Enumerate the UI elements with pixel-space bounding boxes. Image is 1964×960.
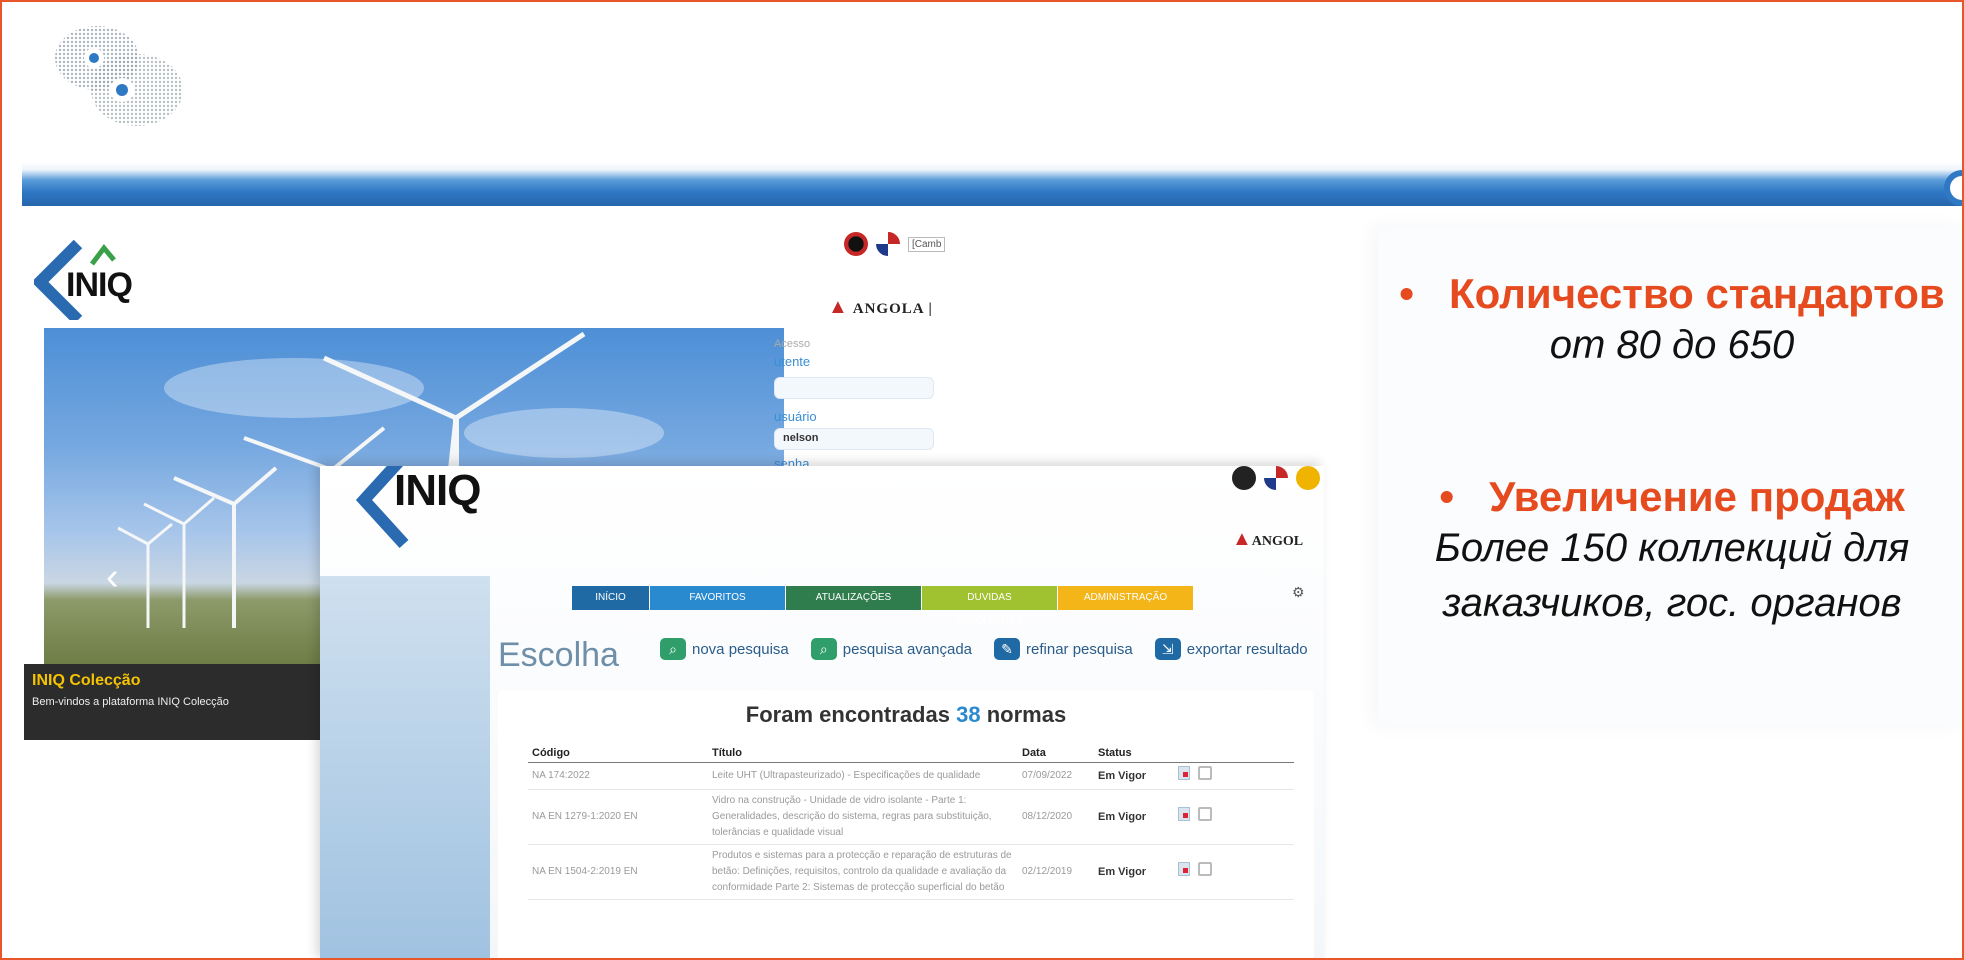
screenshot-search-results: INIQ ▲ANGOL INÍCIO FAVORITOS ATUALIZAÇÕE… xyxy=(320,466,1324,958)
bullet-title: • Увеличение продаж xyxy=(1439,473,1905,521)
caption-title: INIQ Colecção xyxy=(32,672,141,689)
bullet-subtitle-line1: Более 150 коллекций для xyxy=(1434,526,1910,571)
cell-actions xyxy=(1174,789,1294,845)
cell-code[interactable]: NA EN 1504-2:2019 EN xyxy=(528,844,708,900)
spain-flag-icon[interactable] xyxy=(1296,466,1320,490)
cell-actions xyxy=(1174,844,1294,900)
angola-flag-icon[interactable] xyxy=(844,232,868,256)
broken-flag-image[interactable]: [Camb xyxy=(908,236,946,252)
left-sidebar-bg xyxy=(320,576,490,958)
col-status[interactable]: Status xyxy=(1094,744,1174,763)
bullet-standards-count: • Количество стандартов от 80 до 650 xyxy=(1378,270,1962,373)
table-row[interactable]: NA 174:2022 Leite UHT (Ultrapasteurizado… xyxy=(528,762,1294,790)
cell-status: Em Vigor xyxy=(1094,844,1174,900)
language-flags xyxy=(1232,466,1320,490)
tab-duvidas[interactable]: DUVIDAS FREQUENTES xyxy=(922,586,1058,627)
slide-frame: INIQ [Camb ▲ ANGOLA | ‹ INIQ Colecção Be… xyxy=(0,0,1964,960)
search-icon: ⌕ xyxy=(660,638,686,660)
username-input[interactable]: nelson xyxy=(774,428,934,450)
table-row[interactable]: NA EN 1279-1:2020 EN Vidro na construção… xyxy=(528,789,1294,845)
col-date[interactable]: Data xyxy=(1018,744,1094,763)
gov-angola-text: ANGOLA xyxy=(852,301,924,317)
export-icon: ⇲ xyxy=(1154,638,1181,660)
uk-flag-icon[interactable] xyxy=(876,232,900,256)
entity-input[interactable] xyxy=(774,377,934,399)
gov-angola-logo: ▲ ANGOLA | xyxy=(828,296,933,318)
table-row[interactable]: NA EN 1504-2:2019 EN Produtos e sistemas… xyxy=(528,844,1294,900)
advanced-search-label: pesquisa avançada xyxy=(842,640,973,658)
cell-date: 08/12/2020 xyxy=(1018,789,1094,845)
cell-date: 07/09/2022 xyxy=(1018,762,1094,790)
gov-angola-logo: ▲ANGOL xyxy=(1232,528,1304,550)
bullet-title: • Количество стандартов xyxy=(1399,270,1945,317)
login-user-label: usuário xyxy=(774,409,817,424)
refine-search-label: refinar pesquisa xyxy=(1026,640,1133,658)
tab-favoritos[interactable]: FAVORITOS xyxy=(650,586,786,610)
tab-atualizacoes[interactable]: ATUALIZAÇÕES xyxy=(786,586,922,610)
cell-actions xyxy=(1174,762,1294,790)
export-results-label: exportar resultado xyxy=(1186,640,1308,658)
caption-text: Bem-vindos a plataforma INIQ Colecção xyxy=(32,696,229,708)
iniq-logo-text: INIQ xyxy=(66,266,133,304)
advanced-search-icon: ⌕ xyxy=(810,638,837,660)
cell-title[interactable]: Produtos e sistemas para a protecção e r… xyxy=(708,844,1018,900)
iniq-logo-front[interactable]: INIQ xyxy=(356,466,516,556)
chevron-left-icon[interactable]: ‹ xyxy=(106,558,132,596)
uk-flag-icon[interactable] xyxy=(1264,466,1288,490)
header-band xyxy=(22,170,1962,206)
col-title[interactable]: Título xyxy=(708,744,1018,763)
iniq-logo-text: INIQ xyxy=(394,466,481,515)
advanced-search-button[interactable]: ⌕ pesquisa avançada xyxy=(810,638,973,660)
new-search-label: nova pesquisa xyxy=(692,640,789,658)
bullet-sales-growth: • Увеличение продаж Более 150 коллекций … xyxy=(1378,473,1962,631)
language-flags: [Camb xyxy=(844,232,946,256)
login-entity-label: utente xyxy=(774,354,811,369)
col-actions xyxy=(1174,744,1294,763)
cell-code[interactable]: NA EN 1279-1:2020 EN xyxy=(528,789,708,845)
new-search-button[interactable]: ⌕ nova pesquisa xyxy=(660,638,789,660)
pdf-icon[interactable] xyxy=(1178,807,1190,821)
pdf-icon[interactable] xyxy=(1178,766,1190,780)
gov-angola-text: ANGOL xyxy=(1251,534,1304,549)
hero-caption: INIQ Colecção Bem-vindos a plataforma IN… xyxy=(24,664,324,740)
bullet-title-text: Увеличение продаж xyxy=(1489,473,1905,521)
cell-title[interactable]: Leite UHT (Ultrapasteurizado) - Especifi… xyxy=(708,762,1018,790)
login-label-access: Acesso xyxy=(774,338,811,350)
tab-administracao[interactable]: ADMINISTRAÇÃO xyxy=(1058,586,1194,610)
bullet-subtitle: от 80 до 650 xyxy=(1549,323,1795,367)
cell-status: Em Vigor xyxy=(1094,762,1174,790)
angola-flag-icon[interactable] xyxy=(1232,466,1256,490)
tab-inicio[interactable]: INÍCIO xyxy=(572,586,650,610)
search-actions: ⌕ nova pesquisa ⌕ pesquisa avançada ✎ re… xyxy=(660,638,1308,660)
refine-search-button[interactable]: ✎ refinar pesquisa xyxy=(994,638,1133,660)
cell-title[interactable]: Vidro na construção - Unidade de vidro i… xyxy=(708,789,1018,845)
export-results-button[interactable]: ⇲ exportar resultado xyxy=(1154,638,1308,660)
cell-status: Em Vigor xyxy=(1094,789,1174,845)
info-panel: • Количество стандартов от 80 до 650 • У… xyxy=(1378,226,1962,726)
col-code[interactable]: Código xyxy=(528,744,708,763)
bullet-subtitle-line2: заказчиков, гос. органов xyxy=(1442,581,1902,626)
select-checkbox[interactable] xyxy=(1198,862,1213,876)
results-table: Código Título Data Status NA 174:2022 Le… xyxy=(528,744,1294,900)
table-header-row: Código Título Data Status xyxy=(528,744,1294,763)
results-heading: Foram encontradas 38 normas xyxy=(498,702,1314,728)
select-checkbox[interactable] xyxy=(1198,807,1213,821)
main-nav-tabs: INÍCIO FAVORITOS ATUALIZAÇÕES DUVIDAS FR… xyxy=(572,586,1194,627)
bullet-title-text: Количество стандартов xyxy=(1449,270,1945,317)
settings-gear-icon[interactable]: ⚙ xyxy=(1292,584,1305,601)
results-count: 38 xyxy=(956,702,981,727)
results-suffix: normas xyxy=(986,702,1067,727)
iniq-logo[interactable]: INIQ xyxy=(34,240,174,320)
pdf-icon[interactable] xyxy=(1178,862,1190,876)
presentation-logo-icon xyxy=(55,26,183,126)
refine-icon: ✎ xyxy=(994,638,1021,660)
cell-code[interactable]: NA 174:2022 xyxy=(528,762,708,790)
results-panel: Foram encontradas 38 normas Código Títul… xyxy=(498,690,1314,958)
cell-date: 02/12/2019 xyxy=(1018,844,1094,900)
page-title: Escolha xyxy=(498,636,619,674)
results-prefix: Foram encontradas xyxy=(745,702,950,727)
select-checkbox[interactable] xyxy=(1198,766,1213,780)
